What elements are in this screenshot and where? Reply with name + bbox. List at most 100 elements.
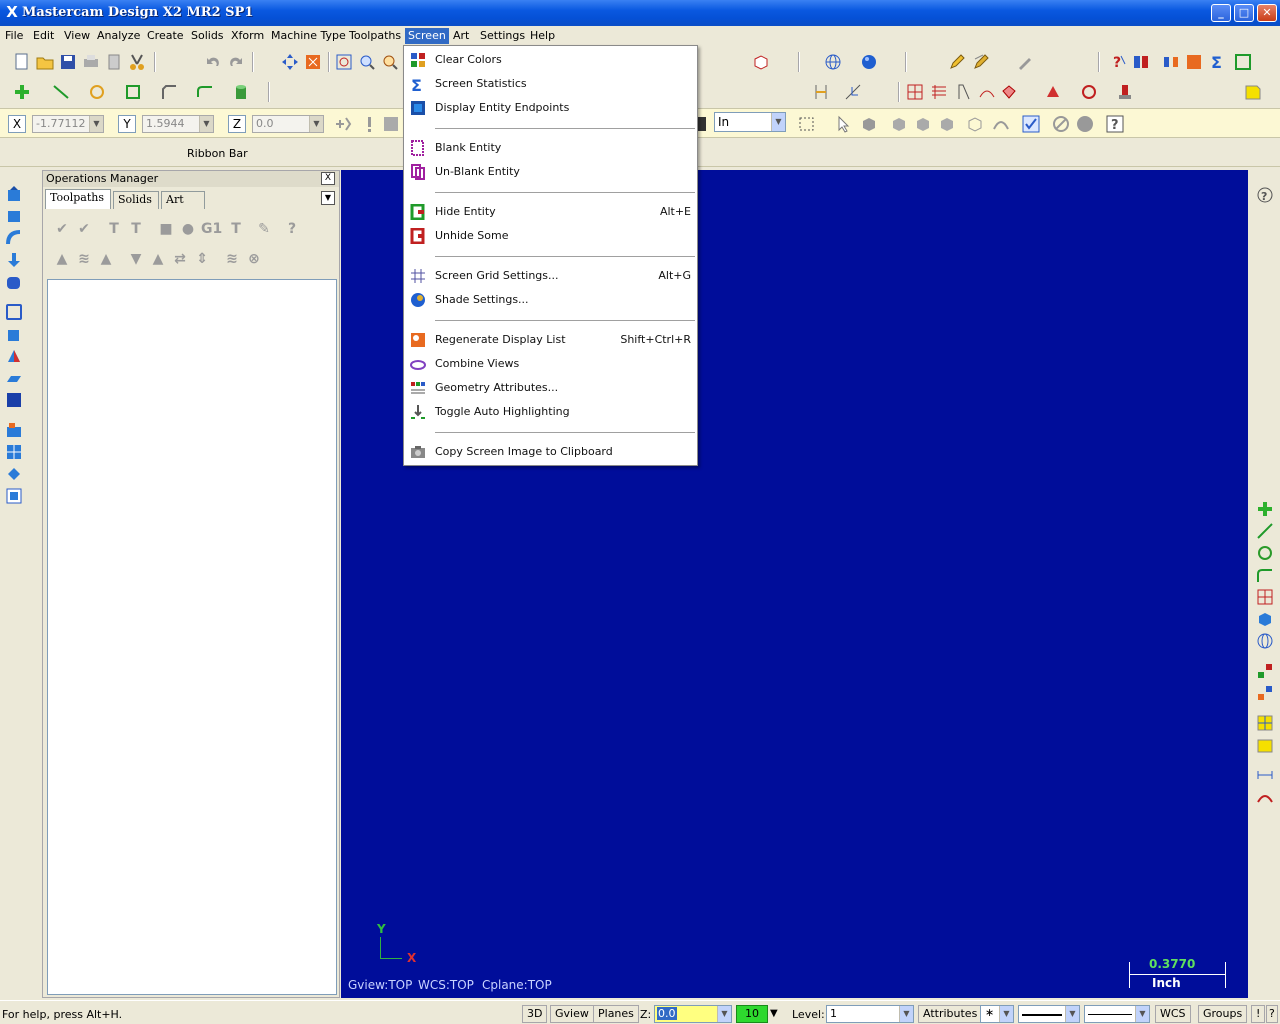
revolve-icon[interactable] (6, 208, 22, 224)
status-color-swatch[interactable]: 10 (736, 1005, 768, 1023)
status-line-style-select[interactable]: ▼ (1018, 1005, 1080, 1023)
create-point-icon[interactable] (13, 83, 31, 101)
menu-toolpaths[interactable]: Toolpaths (346, 28, 404, 44)
menu-view[interactable]: View (61, 28, 93, 44)
backplot-icon[interactable]: ■ (157, 221, 175, 237)
status-point-style-select[interactable]: ∗ ▼ (980, 1005, 1014, 1023)
mru-circle-icon[interactable] (1256, 544, 1274, 562)
x-dropdown-arrow[interactable]: ▼ (89, 116, 103, 132)
point-style-dropdown[interactable]: ▼ (999, 1006, 1013, 1022)
menu-item-shade-settings[interactable]: Shade Settings... (404, 289, 697, 311)
print-icon[interactable] (82, 53, 100, 71)
sweep-icon[interactable] (6, 230, 22, 246)
menu-help[interactable]: Help (527, 28, 558, 44)
unit-select[interactable]: In ▼ (714, 112, 786, 132)
verify-icon[interactable]: ● (179, 221, 197, 237)
fillet-icon[interactable] (124, 83, 142, 101)
menu-file[interactable]: File (2, 28, 26, 44)
ops-help-icon[interactable]: ? (283, 221, 301, 237)
create-arc-icon[interactable] (88, 83, 106, 101)
shell-icon[interactable] (6, 304, 22, 320)
transfer-icon[interactable] (1162, 53, 1180, 71)
select-box-icon[interactable] (798, 115, 816, 133)
fit-screen-icon[interactable] (304, 53, 322, 71)
menu-item-copy-screen-image[interactable]: Copy Screen Image to Clipboard (404, 441, 697, 463)
select-edge-icon[interactable] (938, 115, 956, 133)
x-coord-field[interactable]: -1.77112 ▼ (32, 115, 104, 133)
status-help-button[interactable]: ? (1266, 1005, 1278, 1023)
status-line-width-select[interactable]: ▼ (1084, 1005, 1150, 1023)
boolean-add-icon[interactable] (6, 326, 22, 342)
analyze-pen-icon[interactable] (1016, 53, 1034, 71)
level-manager-icon[interactable] (1244, 83, 1262, 101)
select-body-icon[interactable] (890, 115, 908, 133)
wireframe-globe-icon[interactable] (824, 53, 842, 71)
menu-item-unblank-entity[interactable]: Un-Blank Entity (404, 161, 697, 183)
spline-icon[interactable] (196, 83, 214, 101)
line-style-dropdown[interactable]: ▼ (1065, 1006, 1079, 1022)
move-up-icon[interactable]: ▲ (149, 251, 167, 267)
solid-box-icon[interactable] (752, 53, 770, 71)
clear-selection-icon[interactable] (1052, 115, 1070, 133)
minimize-button[interactable]: _ (1211, 4, 1231, 22)
mru-point-icon[interactable] (1256, 500, 1274, 518)
status-color-dropdown[interactable]: ▼ (770, 1008, 778, 1019)
select-arrow-icon[interactable] (836, 115, 854, 133)
close-button[interactable]: ✕ (1257, 4, 1277, 22)
menu-item-blank-entity[interactable]: Blank Entity (404, 137, 697, 159)
regen-icon[interactable] (1185, 53, 1203, 71)
cut-icon[interactable] (128, 53, 146, 71)
mru-globe-icon[interactable] (1256, 632, 1274, 650)
mru-line-icon[interactable] (1256, 522, 1274, 540)
tab-art[interactable]: Art (161, 191, 205, 209)
unit-dropdown-arrow[interactable]: ▼ (771, 113, 785, 131)
select-chain-icon[interactable] (992, 115, 1010, 133)
single-op-display-icon[interactable]: ≋ (223, 251, 241, 267)
delete-ops-icon[interactable]: ✎ (255, 221, 273, 237)
scroll-to-insert-icon[interactable]: ⇕ (193, 251, 211, 267)
extrude-icon[interactable] (6, 186, 22, 202)
fillet-solid-icon[interactable] (6, 274, 22, 290)
high-speed-icon[interactable]: T (227, 221, 245, 237)
trim-solid-icon[interactable] (6, 370, 22, 386)
post-g1-icon[interactable]: G1 (201, 221, 222, 237)
status-attributes-button[interactable]: Attributes (918, 1005, 983, 1023)
sigma-toolbar-icon[interactable]: Σ (1208, 53, 1226, 71)
create-line-icon[interactable] (52, 83, 70, 101)
menu-item-clear-colors[interactable]: Clear Colors (404, 49, 697, 71)
ops-close-button[interactable]: X (321, 172, 335, 185)
draft-icon[interactable] (955, 83, 973, 101)
tab-toolpaths[interactable]: Toolpaths (45, 189, 111, 209)
mru-fillet-icon[interactable] (1256, 566, 1274, 584)
status-level-field[interactable]: 1 ▼ (826, 1005, 914, 1023)
xform-icon[interactable] (1000, 83, 1018, 101)
menu-settings[interactable]: Settings (477, 28, 528, 44)
chamfer-icon[interactable] (160, 83, 178, 101)
find-features-icon[interactable] (6, 466, 22, 482)
z-coord-button[interactable]: Z (228, 115, 246, 133)
verify-selection-icon[interactable] (1022, 115, 1040, 133)
mru-grid-icon[interactable] (1256, 588, 1274, 606)
new-file-icon[interactable] (13, 53, 31, 71)
menu-solids[interactable]: Solids (188, 28, 227, 44)
mru-cube-icon[interactable] (1256, 610, 1274, 628)
select-wire-icon[interactable] (966, 115, 984, 133)
select-solid-icon[interactable] (860, 115, 878, 133)
ribbon-extra-icon[interactable] (382, 115, 400, 133)
help-what-is-icon[interactable]: ? (1110, 53, 1128, 71)
toggle-display-icon[interactable]: ≋ (75, 251, 93, 267)
dimension-icon[interactable] (812, 83, 830, 101)
status-z-dropdown[interactable]: ▼ (717, 1006, 731, 1022)
levels-icon[interactable] (1234, 53, 1252, 71)
ops-dropdown-arrow[interactable]: ▼ (321, 191, 335, 205)
cylinder-icon[interactable] (232, 83, 250, 101)
undo-icon[interactable] (204, 53, 222, 71)
menu-edit[interactable]: Edit (30, 28, 57, 44)
status-level-dropdown[interactable]: ▼ (899, 1006, 913, 1022)
zoom-window-icon[interactable] (335, 53, 353, 71)
menu-item-toggle-auto-highlighting[interactable]: Toggle Auto Highlighting (404, 401, 697, 423)
draft-face-icon[interactable] (6, 348, 22, 364)
mru-dimension-icon[interactable] (1256, 766, 1274, 784)
regen-dirty-ops-icon[interactable]: T (127, 221, 145, 237)
solid-manager-icon[interactable] (6, 488, 22, 504)
